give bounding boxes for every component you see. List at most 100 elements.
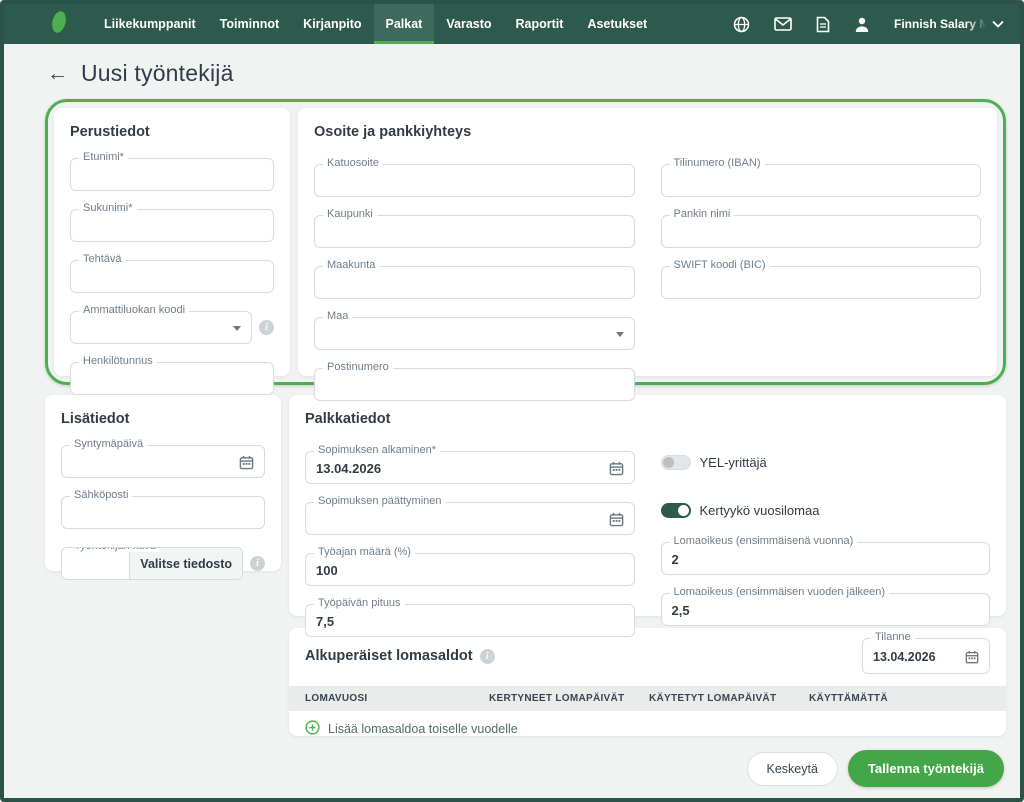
brand-logo[interactable] xyxy=(48,4,70,44)
postal-code-field[interactable]: Postinumero xyxy=(314,361,635,401)
document-icon[interactable] xyxy=(816,16,830,33)
field-label: Etunimi* xyxy=(79,151,128,163)
column-header: KÄYTTÄMÄTTÄ xyxy=(809,693,888,704)
nav-item-palkat[interactable]: Palkat xyxy=(373,4,435,44)
second-row: Lisätiedot Syntymäpäivä Sähköposti Valit… xyxy=(45,395,1006,637)
contract-end-field[interactable]: Sopimuksen päättyminen xyxy=(305,495,635,535)
yel-toggle[interactable]: YEL-yrittäjä xyxy=(660,455,991,470)
lastname-field[interactable]: Sukunimi* xyxy=(70,202,274,242)
field-value: 100 xyxy=(316,563,338,578)
field-label: Sopimuksen alkaminen* xyxy=(314,444,441,456)
field-label: Työajan määrä (%) xyxy=(314,546,415,558)
bank-name-field[interactable]: Pankin nimi xyxy=(660,208,981,248)
holiday-balances-section: Alkuperäiset lomasaldot i Tilanne 13.04.… xyxy=(289,628,1006,736)
third-row: Alkuperäiset lomasaldot i Tilanne 13.04.… xyxy=(45,628,1006,736)
extra-info-section: Lisätiedot Syntymäpäivä Sähköposti Valit… xyxy=(45,395,281,580)
balances-table-header: LOMAVUOSI KERTYNEET LOMAPÄIVÄT KÄYTETYT … xyxy=(289,686,1006,711)
salary-heading: Palkkatiedot xyxy=(305,411,391,427)
balances-heading: Alkuperäiset lomasaldot i xyxy=(305,648,495,664)
nav-item-toiminnot[interactable]: Toiminnot xyxy=(208,4,291,44)
field-label: Tilanne xyxy=(871,631,915,643)
chevron-down-icon xyxy=(992,15,1004,33)
annual-leave-toggle[interactable]: Kertyykö vuosilomaa xyxy=(660,503,991,518)
page-header: ← Uusi työntekijä xyxy=(45,44,1006,99)
iban-field[interactable]: Tilinumero (IBAN) xyxy=(660,157,981,197)
personal-id-field[interactable]: Henkilötunnus xyxy=(70,355,274,395)
info-icon[interactable]: i xyxy=(259,320,274,335)
field-value: 13.04.2026 xyxy=(316,461,382,476)
firstname-field[interactable]: Etunimi* xyxy=(70,151,274,191)
page-content: ← Uusi työntekijä Perustiedot Etunimi* S… xyxy=(4,44,1020,787)
account-label: Finnish Salary Module xyxy=(894,17,986,31)
info-icon[interactable]: i xyxy=(250,556,265,571)
column-header: LOMAVUOSI xyxy=(305,693,368,704)
status-date-wrap: Tilanne 13.04.2026 xyxy=(862,631,990,674)
field-label: Syntymäpäivä xyxy=(70,438,148,450)
job-title-field[interactable]: Tehtävä xyxy=(70,253,274,293)
city-field[interactable]: Kaupunki xyxy=(314,208,635,248)
leave-after-first-year-field[interactable]: Lomaoikeus (ensimmäisen vuoden jälkeen) … xyxy=(660,586,990,626)
calendar-icon[interactable] xyxy=(609,461,624,476)
extra-heading: Lisätiedot xyxy=(61,411,130,427)
mail-icon[interactable] xyxy=(774,17,792,31)
field-value: 7,5 xyxy=(316,614,335,629)
add-balance-link[interactable]: Lisää lomasaldoa toiselle vuodelle xyxy=(289,711,1006,747)
nav-item-varasto[interactable]: Varasto xyxy=(434,4,503,44)
nav-item-asetukset[interactable]: Asetukset xyxy=(575,4,659,44)
highlighted-section: Perustiedot Etunimi* Sukunimi* Tehtävä A… xyxy=(45,99,1006,401)
country-select[interactable]: Maa xyxy=(314,310,635,350)
basics-heading: Perustiedot xyxy=(70,124,150,140)
app-window: Liikekumppanit Toiminnot Kirjanpito Palk… xyxy=(0,0,1024,802)
employee-photo-upload[interactable]: Työntekijän kuva Valitse tiedosto xyxy=(61,547,243,580)
calendar-icon[interactable] xyxy=(239,455,254,470)
plus-circle-icon xyxy=(305,720,320,738)
work-time-percent-field[interactable]: Työajan määrä (%) 100 xyxy=(305,546,635,586)
toggle-label: YEL-yrittäjä xyxy=(699,455,767,470)
leaf-icon xyxy=(48,9,70,40)
back-arrow-icon[interactable]: ← xyxy=(47,63,68,84)
field-label: Sukunimi* xyxy=(79,202,137,214)
contract-start-field[interactable]: Sopimuksen alkaminen* 13.04.2026 xyxy=(305,444,635,484)
nav-item-liikekumppanit[interactable]: Liikekumppanit xyxy=(92,4,208,44)
column-header: KÄYTETYT LOMAPÄIVÄT xyxy=(649,693,777,704)
account-selector[interactable]: Finnish Salary Module xyxy=(894,15,1004,33)
email-field[interactable]: Sähköposti xyxy=(61,489,265,529)
salary-right-column: YEL-yrittäjä Kertyykö vuosilomaa Lomaoik… xyxy=(660,433,991,637)
save-employee-button[interactable]: Tallenna työntekijä xyxy=(847,750,1004,787)
status-date-field[interactable]: Tilanne 13.04.2026 xyxy=(862,631,990,674)
nav-item-kirjanpito[interactable]: Kirjanpito xyxy=(291,4,373,44)
workday-length-field[interactable]: Työpäivän pituus 7,5 xyxy=(305,597,635,637)
toggle-label: Kertyykö vuosilomaa xyxy=(699,503,820,518)
chevron-down-icon xyxy=(233,326,241,331)
calendar-icon[interactable] xyxy=(965,650,979,664)
nav-item-raportit[interactable]: Raportit xyxy=(504,4,576,44)
address-left-column: Katuosoite Kaupunki Maakunta Maa Postinu… xyxy=(314,146,635,401)
field-label: Sähköposti xyxy=(70,489,133,501)
field-value: 13.04.2026 xyxy=(873,650,936,664)
calendar-icon[interactable] xyxy=(609,512,624,527)
choose-file-button[interactable]: Valitse tiedosto xyxy=(129,548,242,579)
cancel-button[interactable]: Keskeytä xyxy=(746,751,838,786)
address-bank-section: Osoite ja pankkiyhteys Katuosoite Kaupun… xyxy=(298,108,997,401)
street-address-field[interactable]: Katuosoite xyxy=(314,157,635,197)
birthdate-field[interactable]: Syntymäpäivä xyxy=(61,438,265,478)
field-label: Postinumero xyxy=(323,361,393,373)
salary-section: Palkkatiedot Sopimuksen alkaminen* 13.04… xyxy=(289,395,1006,637)
info-icon[interactable]: i xyxy=(479,648,495,664)
user-icon[interactable] xyxy=(854,16,870,33)
address-heading: Osoite ja pankkiyhteys xyxy=(314,124,472,140)
top-navbar: Liikekumppanit Toiminnot Kirjanpito Palk… xyxy=(4,4,1020,44)
swift-bic-field[interactable]: SWIFT koodi (BIC) xyxy=(660,259,981,299)
globe-icon[interactable] xyxy=(733,16,750,33)
field-label: Henkilötunnus xyxy=(79,355,157,367)
field-label: Pankin nimi xyxy=(669,208,735,220)
bank-right-column: Tilinumero (IBAN) Pankin nimi SWIFT kood… xyxy=(660,146,981,401)
field-label: Tilinumero (IBAN) xyxy=(669,157,765,169)
occupation-code-select[interactable]: Ammattiluokan koodi xyxy=(70,304,252,344)
toggle-on-icon xyxy=(660,503,691,518)
column-header: KERTYNEET LOMAPÄIVÄT xyxy=(489,693,625,704)
toggle-off-icon xyxy=(660,455,691,470)
field-value: 2,5 xyxy=(671,603,690,618)
region-field[interactable]: Maakunta xyxy=(314,259,635,299)
leave-first-year-field[interactable]: Lomaoikeus (ensimmäisenä vuonna) 2 xyxy=(660,535,990,575)
